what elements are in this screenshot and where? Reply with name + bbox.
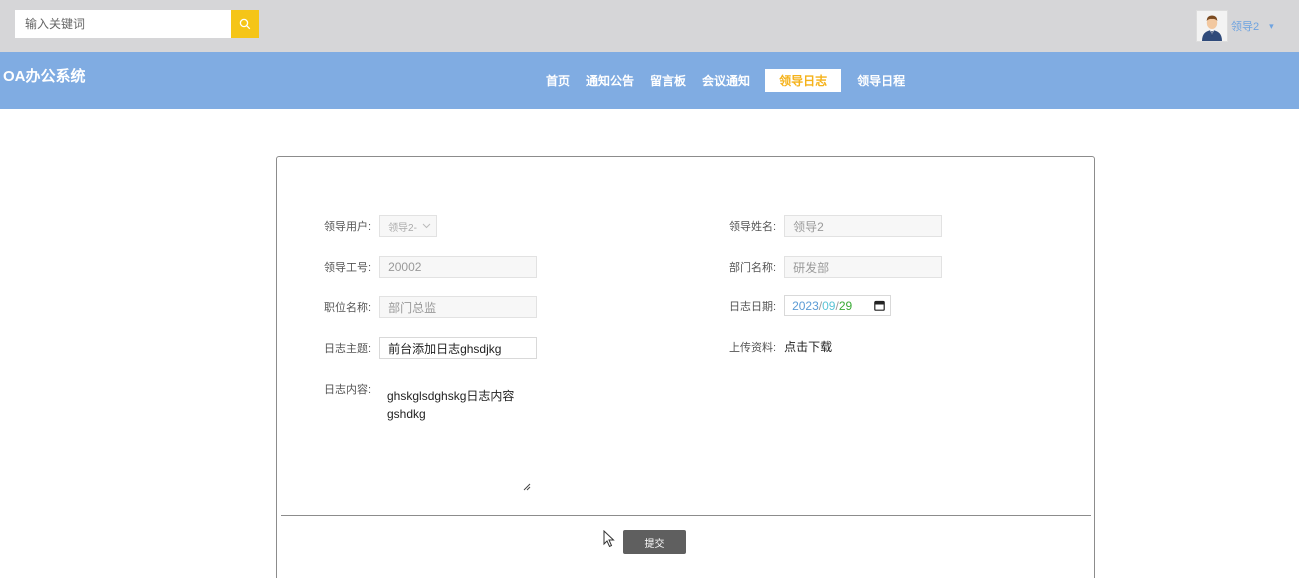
dept-name-input[interactable]: 研发部 [784,256,943,278]
nav-bar: OA办公系统 首页 通知公告 留言板 会议通知 领导日志 领导日程 [0,52,1299,109]
log-date-input[interactable]: 2023/09/29 [784,295,892,316]
log-subject-field: 日志主题: 前台添加日志ghsdjkg [324,337,538,359]
nav-item-message-board[interactable]: 留言板 [650,72,686,89]
leader-name-label: 领导姓名: [729,221,777,233]
chevron-down-icon[interactable]: ▾ [1269,21,1274,32]
nav-item-meeting[interactable]: 会议通知 [702,72,750,89]
log-content-line-2: gshdkg [387,407,426,421]
download-link[interactable]: 点击下载 [784,338,832,355]
dept-name-field: 部门名称: 研发部 [729,256,943,278]
log-subject-input[interactable]: 前台添加日志ghsdjkg [379,337,538,359]
nav-item-home[interactable]: 首页 [546,72,570,89]
search-button[interactable] [231,10,259,38]
upload-label: 上传资料: [729,341,777,354]
top-bar: 领导2 ▾ [0,0,1299,52]
app-logo: OA办公系统 [3,68,86,85]
leader-user-select[interactable]: 领导2- [379,215,438,237]
leader-name-field: 领导姓名: 领导2 [729,215,943,237]
submit-button[interactable]: 提交 [623,530,686,554]
leader-user-label: 领导用户: [324,221,372,233]
nav-item-leader-schedule[interactable]: 领导日程 [857,72,905,89]
avatar[interactable] [1196,10,1228,42]
log-date-label: 日志日期: [729,300,777,313]
search-bar [15,10,259,38]
log-content-textarea[interactable]: ghskglsdghskg日志内容 gshdkg [377,377,537,495]
search-icon [239,18,251,30]
leader-user-field: 领导用户: 领导2- [324,215,438,237]
position-input[interactable]: 部门总监 [379,296,538,318]
user-name[interactable]: 领导2 [1231,18,1259,34]
log-date-value: 2023/09/29 [792,298,853,313]
form-card: 领导用户: 领导2- 领导姓名: 领导2 领导工号: 20002 部门名称: 研… [276,156,1095,578]
leader-no-label: 领导工号: [324,262,372,274]
user-menu[interactable]: 领导2 ▾ [1196,10,1274,42]
log-date-field: 日志日期: 2023/09/29 [729,295,892,316]
search-input[interactable] [15,10,231,38]
position-label: 职位名称: [324,302,372,314]
position-field: 职位名称: 部门总监 [324,296,538,318]
log-content-line-1: ghskglsdghskg日志内容 [387,389,515,403]
leader-user-value: 领导2- [388,222,417,234]
nav-item-leader-log[interactable]: 领导日志 [765,69,842,92]
form-divider [281,515,1091,516]
calendar-icon[interactable] [874,300,885,311]
resize-handle-icon[interactable] [523,483,531,491]
chevron-down-icon [422,223,431,229]
nav-item-notice[interactable]: 通知公告 [586,72,634,89]
dept-name-label: 部门名称: [729,262,777,274]
log-content-label: 日志内容: [324,384,372,396]
leader-no-field: 领导工号: 20002 [324,256,538,278]
main-nav: 首页 通知公告 留言板 会议通知 领导日志 领导日程 [546,69,921,92]
leader-no-input[interactable]: 20002 [379,256,538,278]
leader-name-input[interactable]: 领导2 [784,215,943,237]
mouse-cursor-icon [603,530,615,548]
upload-field: 上传资料: 点击下载 [729,338,832,355]
user-avatar-icon [1197,11,1227,41]
log-subject-label: 日志主题: [324,343,372,355]
